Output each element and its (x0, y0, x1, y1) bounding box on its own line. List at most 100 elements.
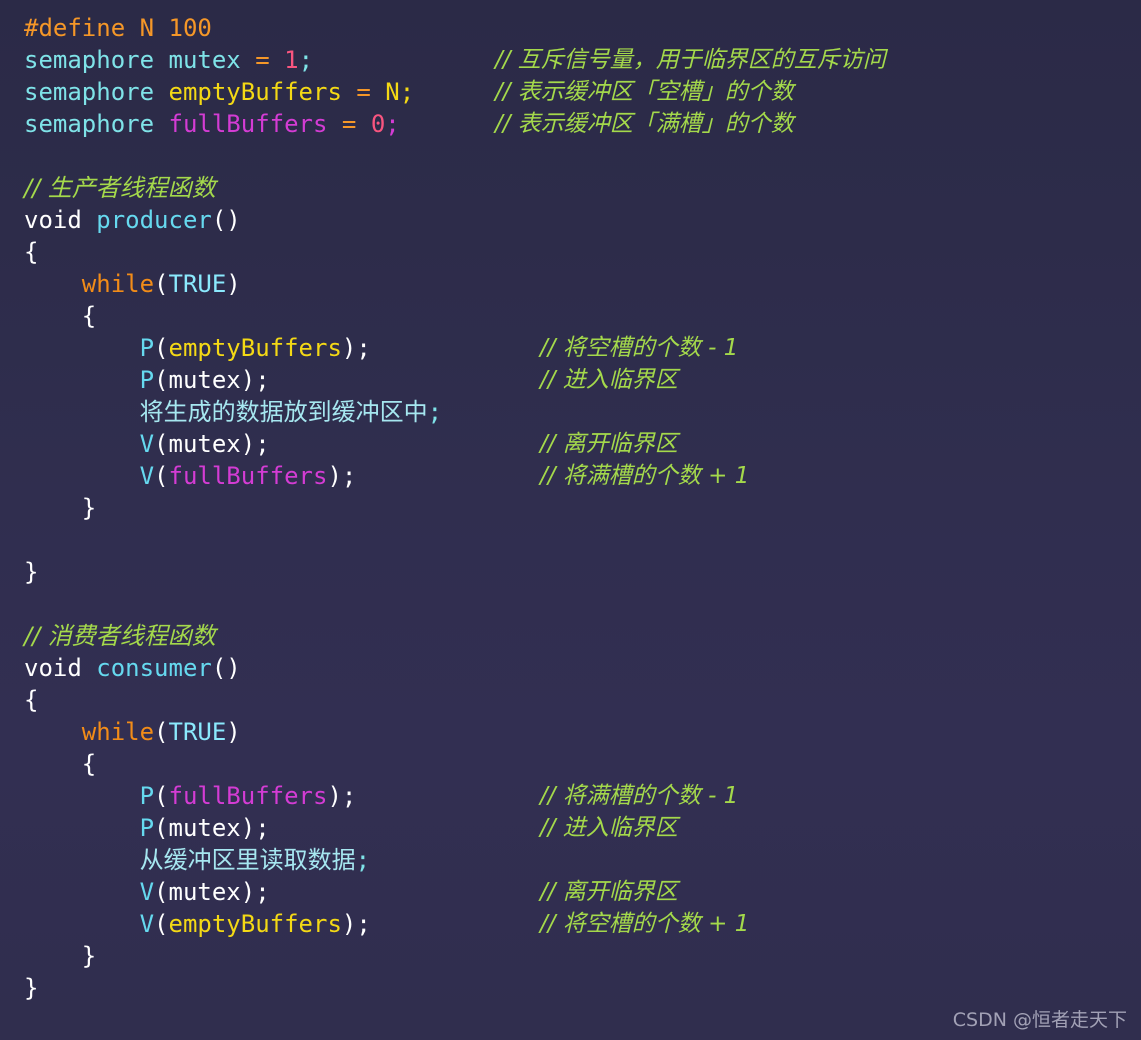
comment-decrement-empty: // 将空槽的个数 - 1 (540, 335, 739, 361)
comment-leave-critical: // 离开临界区 (540, 431, 678, 457)
code-line-consumer-while: while(TRUE) (24, 716, 1141, 748)
code-line-producer-stmt-3: V(mutex); // 离开临界区 (24, 428, 1141, 460)
assign-operator: = (240, 46, 285, 74)
code-block[interactable]: #define N 100 semaphore mutex = 1; // 互斥信… (0, 0, 1141, 1004)
identifier-emptybuffers: emptyBuffers (168, 78, 342, 106)
code-line-producer-loop-close-brace: } (24, 492, 1141, 524)
paren-open: ( (154, 782, 169, 810)
call-v: V (139, 430, 155, 458)
code-line-consumer-stmt-4: V(emptyBuffers); // 将空槽的个数 + 1 (24, 908, 1141, 940)
function-name-producer: producer (96, 206, 212, 234)
comment-increment-empty: // 将空槽的个数 + 1 (540, 911, 750, 937)
comment-increment-full: // 将满槽的个数 + 1 (540, 463, 750, 489)
brace-open: { (24, 686, 39, 714)
preprocessor-define: #define N 100 (24, 14, 212, 42)
code-line-consumer-stmt-1: P(mutex); // 进入临界区 (24, 812, 1141, 844)
call-p: P (139, 334, 155, 362)
semicolon: ; (298, 46, 314, 74)
keyword-semaphore: semaphore (24, 110, 155, 138)
comment-enter-critical: // 进入临界区 (540, 367, 678, 393)
code-line-consumer-close-brace: } (24, 972, 1141, 1004)
cjk-statement-read-buffer: 从缓冲区里读取数据 (139, 846, 356, 874)
paren-open: ( (154, 718, 169, 746)
brace-close: } (81, 942, 97, 970)
paren-open: ( (154, 910, 169, 938)
parameter-list: () (211, 654, 241, 682)
call-p: P (139, 366, 155, 394)
paren-open: ( (154, 814, 169, 842)
call-v: V (139, 878, 155, 906)
code-line-emptybuffers-decl: semaphore emptyBuffers = N; // 表示缓冲区「空槽」的… (24, 76, 1141, 108)
brace-open: { (81, 302, 97, 330)
code-line-consumer-loop-close-brace: } (24, 940, 1141, 972)
paren-open: ( (154, 878, 169, 906)
code-line-consumer-signature: void consumer() (24, 652, 1141, 684)
brace-open: { (81, 750, 97, 778)
code-line-consumer-stmt-0: P(fullBuffers); // 将满槽的个数 - 1 (24, 780, 1141, 812)
comment-emptybuffers: // 表示缓冲区「空槽」的个数 (495, 79, 794, 105)
keyword-semaphore: semaphore (24, 46, 155, 74)
paren-close: ) (226, 270, 241, 298)
argument-emptybuffers: emptyBuffers (168, 334, 342, 362)
brace-close: } (24, 558, 39, 586)
comment-fullbuffers: // 表示缓冲区「满槽」的个数 (495, 111, 794, 137)
code-line-consumer-stmt-3: V(mutex); // 离开临界区 (24, 876, 1141, 908)
keyword-while: while (81, 718, 155, 746)
code-line-producer-while: while(TRUE) (24, 268, 1141, 300)
semicolon: ; (399, 78, 415, 106)
code-line-consumer-stmt-2: 从缓冲区里读取数据; (24, 844, 1141, 876)
code-line-producer-comment: // 生产者线程函数 (24, 172, 1141, 204)
semicolon: ; (427, 398, 443, 426)
code-line-producer-signature: void producer() (24, 204, 1141, 236)
paren-open: ( (154, 270, 169, 298)
paren-close-semicolon: ); (240, 430, 270, 458)
code-line-producer-stmt-4: V(fullBuffers); // 将满槽的个数 + 1 (24, 460, 1141, 492)
identifier-mutex: mutex (168, 46, 241, 74)
argument-fullbuffers: fullBuffers (168, 782, 328, 810)
code-line-producer-stmt-0: P(emptyBuffers); // 将空槽的个数 - 1 (24, 332, 1141, 364)
paren-close-semicolon: ); (240, 814, 270, 842)
paren-close-semicolon: ); (327, 782, 357, 810)
paren-close-semicolon: ); (341, 910, 371, 938)
call-v: V (139, 910, 155, 938)
argument-mutex: mutex (168, 430, 241, 458)
literal-true: TRUE (168, 270, 227, 298)
paren-open: ( (154, 366, 169, 394)
paren-close-semicolon: ); (341, 334, 371, 362)
paren-open: ( (154, 334, 169, 362)
brace-close: } (81, 494, 97, 522)
csdn-watermark: CSDN @恒者走天下 (952, 1009, 1127, 1031)
literal-n: N (385, 78, 400, 106)
argument-fullbuffers: fullBuffers (168, 462, 328, 490)
comment-consumer-header: // 消费者线程函数 (24, 622, 216, 650)
identifier-fullbuffers: fullBuffers (168, 110, 328, 138)
literal-zero: 0 (370, 110, 386, 138)
code-line-fullbuffers-decl: semaphore fullBuffers = 0; // 表示缓冲区「满槽」的个… (24, 108, 1141, 140)
keyword-void: void (24, 206, 82, 234)
code-line-mutex-decl: semaphore mutex = 1; // 互斥信号量，用于临界区的互斥访问 (24, 44, 1141, 76)
call-v: V (139, 462, 155, 490)
code-line-producer-open-brace: { (24, 236, 1141, 268)
semicolon: ; (355, 846, 371, 874)
argument-emptybuffers: emptyBuffers (168, 910, 342, 938)
comment-mutex: // 互斥信号量，用于临界区的互斥访问 (495, 47, 886, 73)
comment-producer-header: // 生产者线程函数 (24, 174, 216, 202)
code-line-producer-loop-open-brace: { (24, 300, 1141, 332)
code-line-producer-stmt-1: P(mutex); // 进入临界区 (24, 364, 1141, 396)
paren-open: ( (154, 462, 169, 490)
code-line-producer-close-brace: } (24, 556, 1141, 588)
comment-enter-critical: // 进入临界区 (540, 815, 678, 841)
function-name-consumer: consumer (96, 654, 212, 682)
assign-operator: = (327, 110, 371, 138)
literal-true: TRUE (168, 718, 227, 746)
semicolon: ; (385, 110, 400, 138)
brace-close: } (24, 974, 39, 1002)
keyword-while: while (81, 270, 155, 298)
comment-leave-critical: // 离开临界区 (540, 879, 678, 905)
paren-close-semicolon: ); (327, 462, 357, 490)
assign-operator: = (341, 78, 386, 106)
call-p: P (139, 782, 155, 810)
paren-close: ) (226, 718, 241, 746)
